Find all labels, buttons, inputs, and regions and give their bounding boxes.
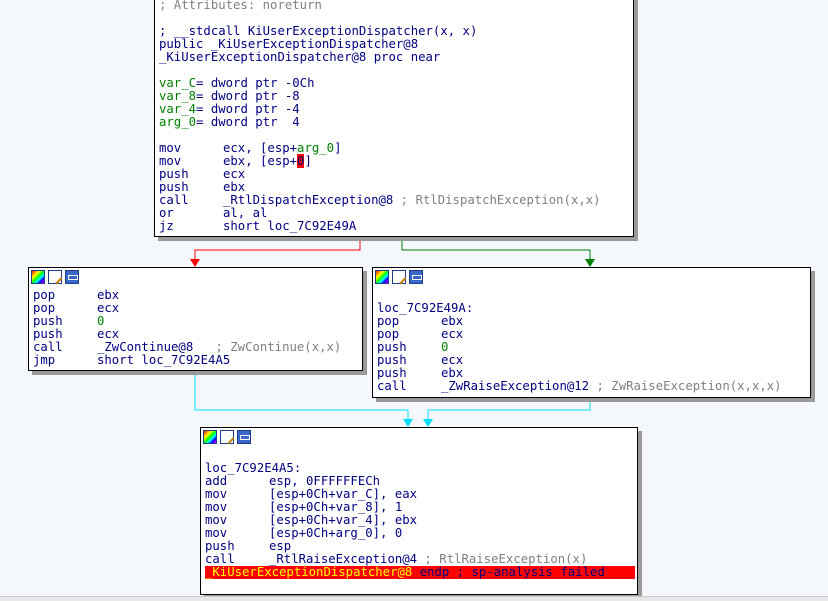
instruction[interactable]: call _ZwRaiseException@12 ; ZwRaiseExcept… bbox=[377, 380, 782, 393]
proc-declaration: _KiUserExceptionDispatcher@8 proc near bbox=[159, 50, 441, 64]
edge-false-arrow bbox=[190, 259, 200, 267]
right-basic-block[interactable]: loc_7C92E49A: pop ebx pop ecx push 0 push ec… bbox=[372, 267, 811, 398]
bottom-basic-block[interactable]: loc_7C92E4A5: add esp, 0FFFFFFECh mov [esp… bbox=[200, 427, 638, 595]
edge-true bbox=[401, 237, 591, 260]
instruction[interactable]: jz short loc_7C92E49A bbox=[159, 220, 356, 233]
var-decl: arg_0= dword ptr 4 bbox=[159, 115, 300, 129]
top-basic-block[interactable]: ; Attributes: noreturn ; __stdcall KiUse… bbox=[154, 0, 634, 237]
endp-line-highlighted[interactable]: _KiUserExceptionDispatcher@8 endp ; sp-a… bbox=[205, 566, 635, 579]
instruction[interactable]: jmp short loc_7C92E4A5 bbox=[33, 354, 230, 367]
edge-merge-right-arrow bbox=[423, 419, 433, 427]
edge-true-arrow bbox=[585, 259, 595, 267]
attributes-comment: ; Attributes: noreturn bbox=[159, 0, 322, 12]
edge-merge-right bbox=[427, 397, 591, 420]
status-bar bbox=[0, 596, 828, 601]
edge-merge-left-arrow bbox=[403, 419, 413, 427]
left-basic-block[interactable]: pop ebx pop ecx push 0 push ecx call _ZwConti… bbox=[28, 267, 363, 371]
edge-false bbox=[194, 237, 361, 260]
